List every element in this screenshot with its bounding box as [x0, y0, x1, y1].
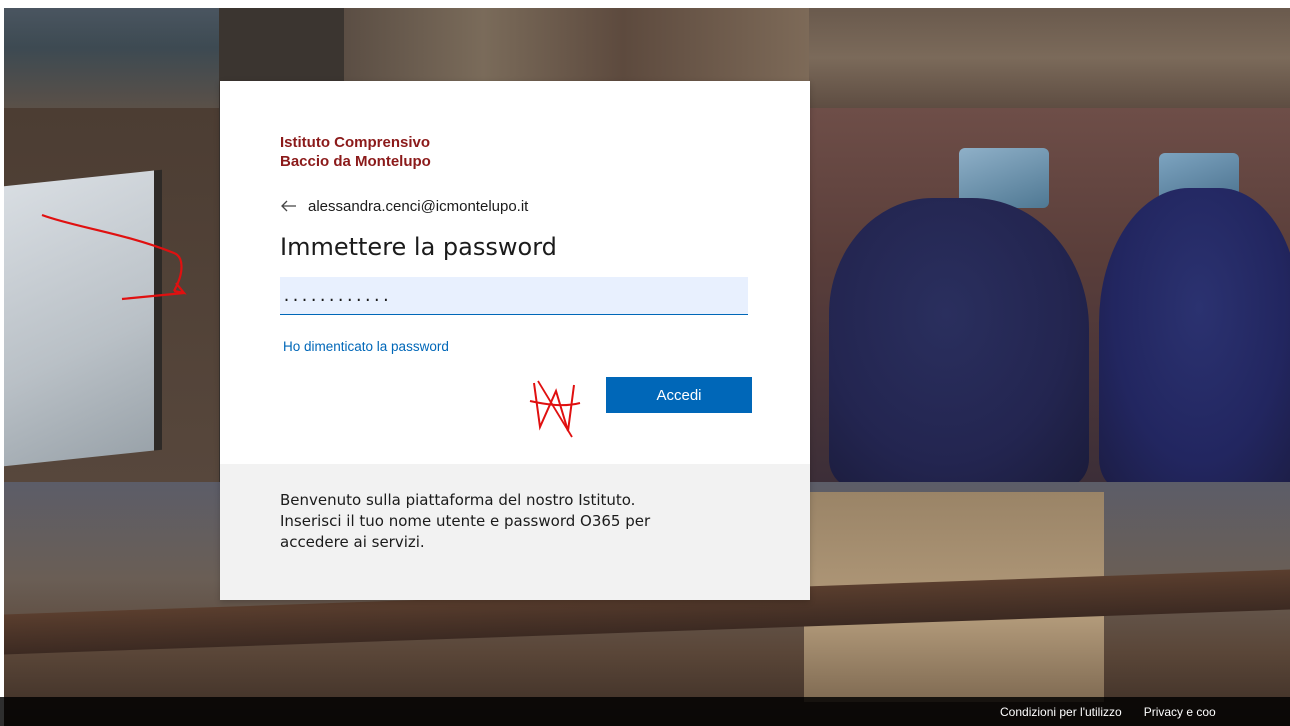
welcome-line-1: Benvenuto sulla piattaforma del nostro I…	[280, 491, 636, 509]
identity-email: alessandra.cenci@icmontelupo.it	[308, 197, 529, 215]
organization-logo-text: Istituto Comprensivo Baccio da Montelupo	[280, 133, 431, 171]
login-page: Condizioni per l'utilizzo Privacy e coo …	[0, 0, 1290, 726]
welcome-message: Benvenuto sulla piattaforma del nostro I…	[280, 490, 750, 553]
welcome-section: Benvenuto sulla piattaforma del nostro I…	[220, 464, 810, 600]
password-input[interactable]	[280, 277, 748, 315]
photo-whiteboard	[4, 108, 219, 482]
privacy-link[interactable]: Privacy e coo	[1144, 705, 1216, 719]
child-figure	[1099, 188, 1290, 482]
signin-card: Istituto Comprensivo Baccio da Montelupo…	[220, 81, 810, 600]
photo-building-windows	[344, 8, 809, 83]
organization-name-line2: Baccio da Montelupo	[280, 153, 431, 170]
child-figure	[829, 198, 1089, 482]
red-arrow-annotation	[41, 213, 187, 301]
identity-banner[interactable]: alessandra.cenci@icmontelupo.it	[280, 197, 528, 215]
terms-link[interactable]: Condizioni per l'utilizzo	[1000, 705, 1122, 719]
signin-form: Istituto Comprensivo Baccio da Montelupo…	[220, 81, 810, 464]
welcome-line-2: Inserisci il tuo nome utente e password …	[280, 512, 651, 530]
page-title: Immettere la password	[280, 233, 557, 261]
photo-building-facade	[809, 8, 1290, 108]
photo-children-laptops	[809, 108, 1290, 482]
red-scribble-annotation	[529, 380, 581, 438]
welcome-line-3: accedere ai servizi.	[280, 533, 425, 551]
arrow-left-icon[interactable]	[280, 197, 298, 215]
organization-name-line1: Istituto Comprensivo	[280, 134, 431, 151]
footer-bar: Condizioni per l'utilizzo Privacy e coo	[0, 697, 1290, 726]
sign-in-button[interactable]: Accedi	[606, 377, 752, 413]
footer-links: Condizioni per l'utilizzo Privacy e coo	[1000, 697, 1290, 726]
forgot-password-link[interactable]: Ho dimenticato la password	[283, 339, 449, 354]
photo-parking-lot	[4, 8, 219, 108]
